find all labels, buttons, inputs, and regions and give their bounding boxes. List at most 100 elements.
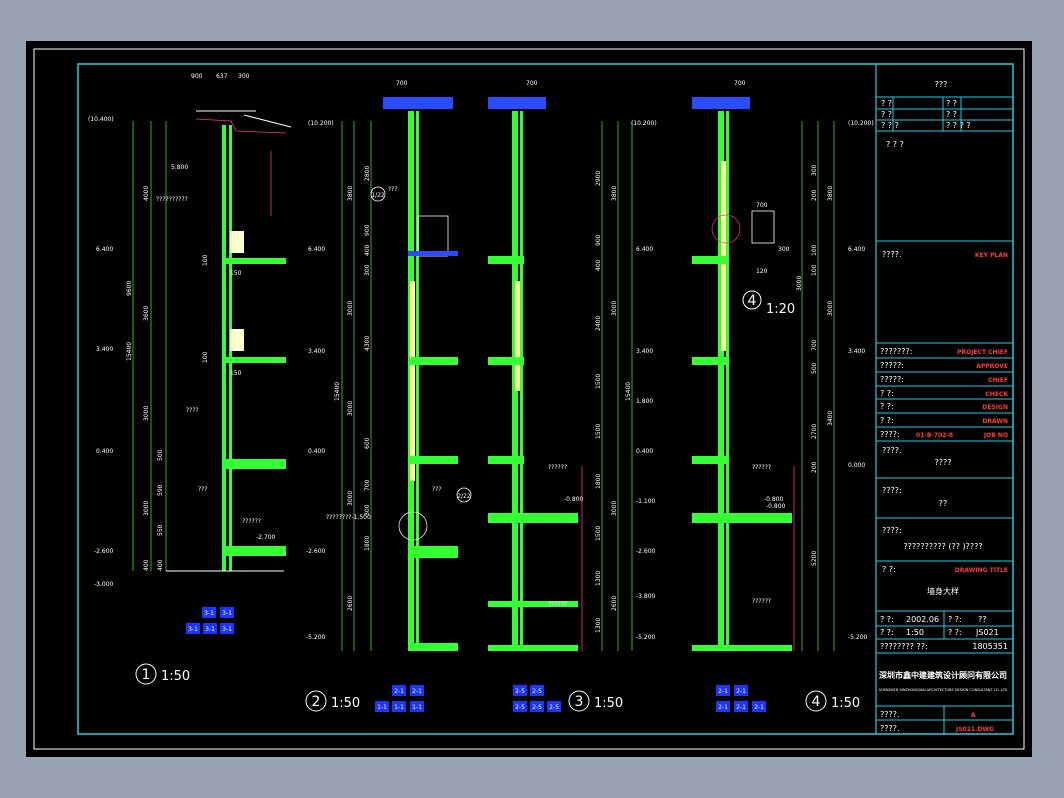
dim-text: 300 <box>238 73 250 80</box>
slab <box>408 251 458 256</box>
tb-client-label: ????. <box>882 446 902 455</box>
dim-text: 1500 <box>595 526 602 541</box>
slab <box>488 256 524 264</box>
tag-text: 2-5 <box>515 688 525 695</box>
cad-drawing-canvas: ?? ? ? ? ? ? ? ? ? ? ? ? ? ? ? ? ? ? ? ? … <box>33 48 1025 750</box>
tag-text: 2-5 <box>549 704 559 711</box>
note-text: ?????? <box>548 464 567 471</box>
tb-rev-value: A <box>971 712 976 719</box>
callout-text: 1/22 <box>371 192 385 199</box>
tb-job-no-en: JOB NO <box>983 432 1008 439</box>
tag-text: 1-1 <box>412 704 422 711</box>
dim-text: 3000 <box>347 301 354 316</box>
slab <box>408 546 458 558</box>
tb-cert-value: 1805351 <box>972 642 1008 651</box>
dim-text: 150 <box>230 370 242 377</box>
dim-text: 900 <box>595 234 602 246</box>
wall-line <box>520 111 523 651</box>
dim-text: 900 <box>364 224 371 236</box>
tag-text: 2-1 <box>754 704 764 711</box>
tb-sign-en: CHECK <box>985 391 1008 398</box>
dim-text: 15400 <box>625 382 632 401</box>
detail-2: 700 (10.200) 6.400 3.400 0.400 -2.600 -5… <box>305 80 472 712</box>
tb-grid-cell: ? ? <box>881 99 892 108</box>
dim-text: 100 <box>811 264 818 276</box>
level-text: 6.400 <box>636 246 653 253</box>
tag-text: 2-1 <box>718 704 728 711</box>
detail-scale: 1:50 <box>594 696 623 711</box>
dim-text: 700 <box>756 202 768 209</box>
level-text: -1.100 <box>636 498 656 505</box>
roof-slab <box>383 97 453 109</box>
detail-number: 3 <box>575 694 584 710</box>
detail-tags: 2-1 2-1 1-1 1-1 1-1 <box>375 685 424 712</box>
tb-grid-cell: ? ? <box>946 99 957 108</box>
dim-text: 3000 <box>611 301 618 316</box>
dim-text: 3000 <box>611 501 618 516</box>
dim-text: 1300 <box>595 571 602 586</box>
tb-sign-cn: ? ?: <box>880 389 894 398</box>
level-text: -2.600 <box>306 548 326 555</box>
enlarged-number: 4 <box>748 293 757 309</box>
tb-job-no-value: 01-B-702-8 <box>916 432 953 439</box>
level-text: -2.600 <box>94 548 114 555</box>
tb-scale-label: ? ?: <box>880 628 894 637</box>
dim-text: 200 <box>811 189 818 201</box>
dim-text: 1500 <box>595 424 602 439</box>
slab <box>488 357 524 365</box>
dim-text: 4000 <box>143 186 150 201</box>
dim-text: 700 <box>364 479 371 491</box>
note-text: ?????? <box>752 464 771 471</box>
detail-4: 700 (10.200) 6.400 3.400 0.000 -0.800 -5… <box>692 80 874 712</box>
tag-text: 3-1 <box>204 610 214 617</box>
level-text: -5.200 <box>306 634 326 641</box>
note-text: ??? <box>388 186 398 193</box>
dim-text: 590 <box>157 484 164 496</box>
note-text: -0.800 <box>564 496 584 503</box>
tb-grid-cell: ? ? ? ? <box>946 121 971 130</box>
dim-text: 600 <box>364 437 371 449</box>
tb-project-value: ?? <box>939 499 948 508</box>
level-text: -5.200 <box>636 634 656 641</box>
tb-key-plan-en: KEY PLAN <box>975 252 1008 259</box>
wall-line <box>726 111 729 651</box>
slab <box>226 459 286 469</box>
enlarged-detail-box <box>751 210 775 244</box>
level-text: 0.400 <box>308 448 325 455</box>
tb-grid-cell: ? ? ? <box>881 121 899 130</box>
tag-text: 3-1 <box>188 626 198 633</box>
tag-text: 2-1 <box>394 688 404 695</box>
tb-cert-label: ???????? ??: <box>880 642 928 651</box>
dim-text: 100 <box>811 244 818 256</box>
dim-text: 4300 <box>364 336 371 351</box>
level-text: 1.800 <box>636 398 653 405</box>
dim-text: 3000 <box>796 276 803 291</box>
window <box>230 231 244 253</box>
dim-text: 400 <box>157 559 164 571</box>
tb-drawing-title-en: DRAWING TITLE <box>955 567 1008 574</box>
tb-sub-label: ????: <box>882 526 902 535</box>
slab <box>692 456 728 464</box>
tb-header: ??? <box>935 80 948 89</box>
tag-text: 1-1 <box>377 704 387 711</box>
level-text: -5.200 <box>848 634 868 641</box>
tb-sub-value: ?????????? (?? )???? <box>903 542 982 551</box>
tb-sign-en: DESIGN <box>982 404 1008 411</box>
dim-text: 100 <box>202 351 209 363</box>
dim-text: 700 <box>396 80 408 87</box>
slab <box>408 643 458 651</box>
slab <box>692 645 792 651</box>
dim-text: 400 <box>595 259 602 271</box>
tb-job-no-label: ????: <box>880 430 900 439</box>
detail-number: 1 <box>142 667 151 683</box>
level-text: -2.600 <box>636 548 656 555</box>
tag-text: 3-1 <box>222 610 232 617</box>
dim-text: 3600 <box>143 306 150 321</box>
dim-text: 700 <box>811 339 818 351</box>
dim-text: 500 <box>157 449 164 461</box>
tb-rev-label: ????. <box>880 710 900 719</box>
section-cut-line <box>195 118 287 134</box>
dim-text: 1800 <box>595 474 602 489</box>
level-text: -3.000 <box>94 581 114 588</box>
note-text: ?????? <box>548 601 567 608</box>
